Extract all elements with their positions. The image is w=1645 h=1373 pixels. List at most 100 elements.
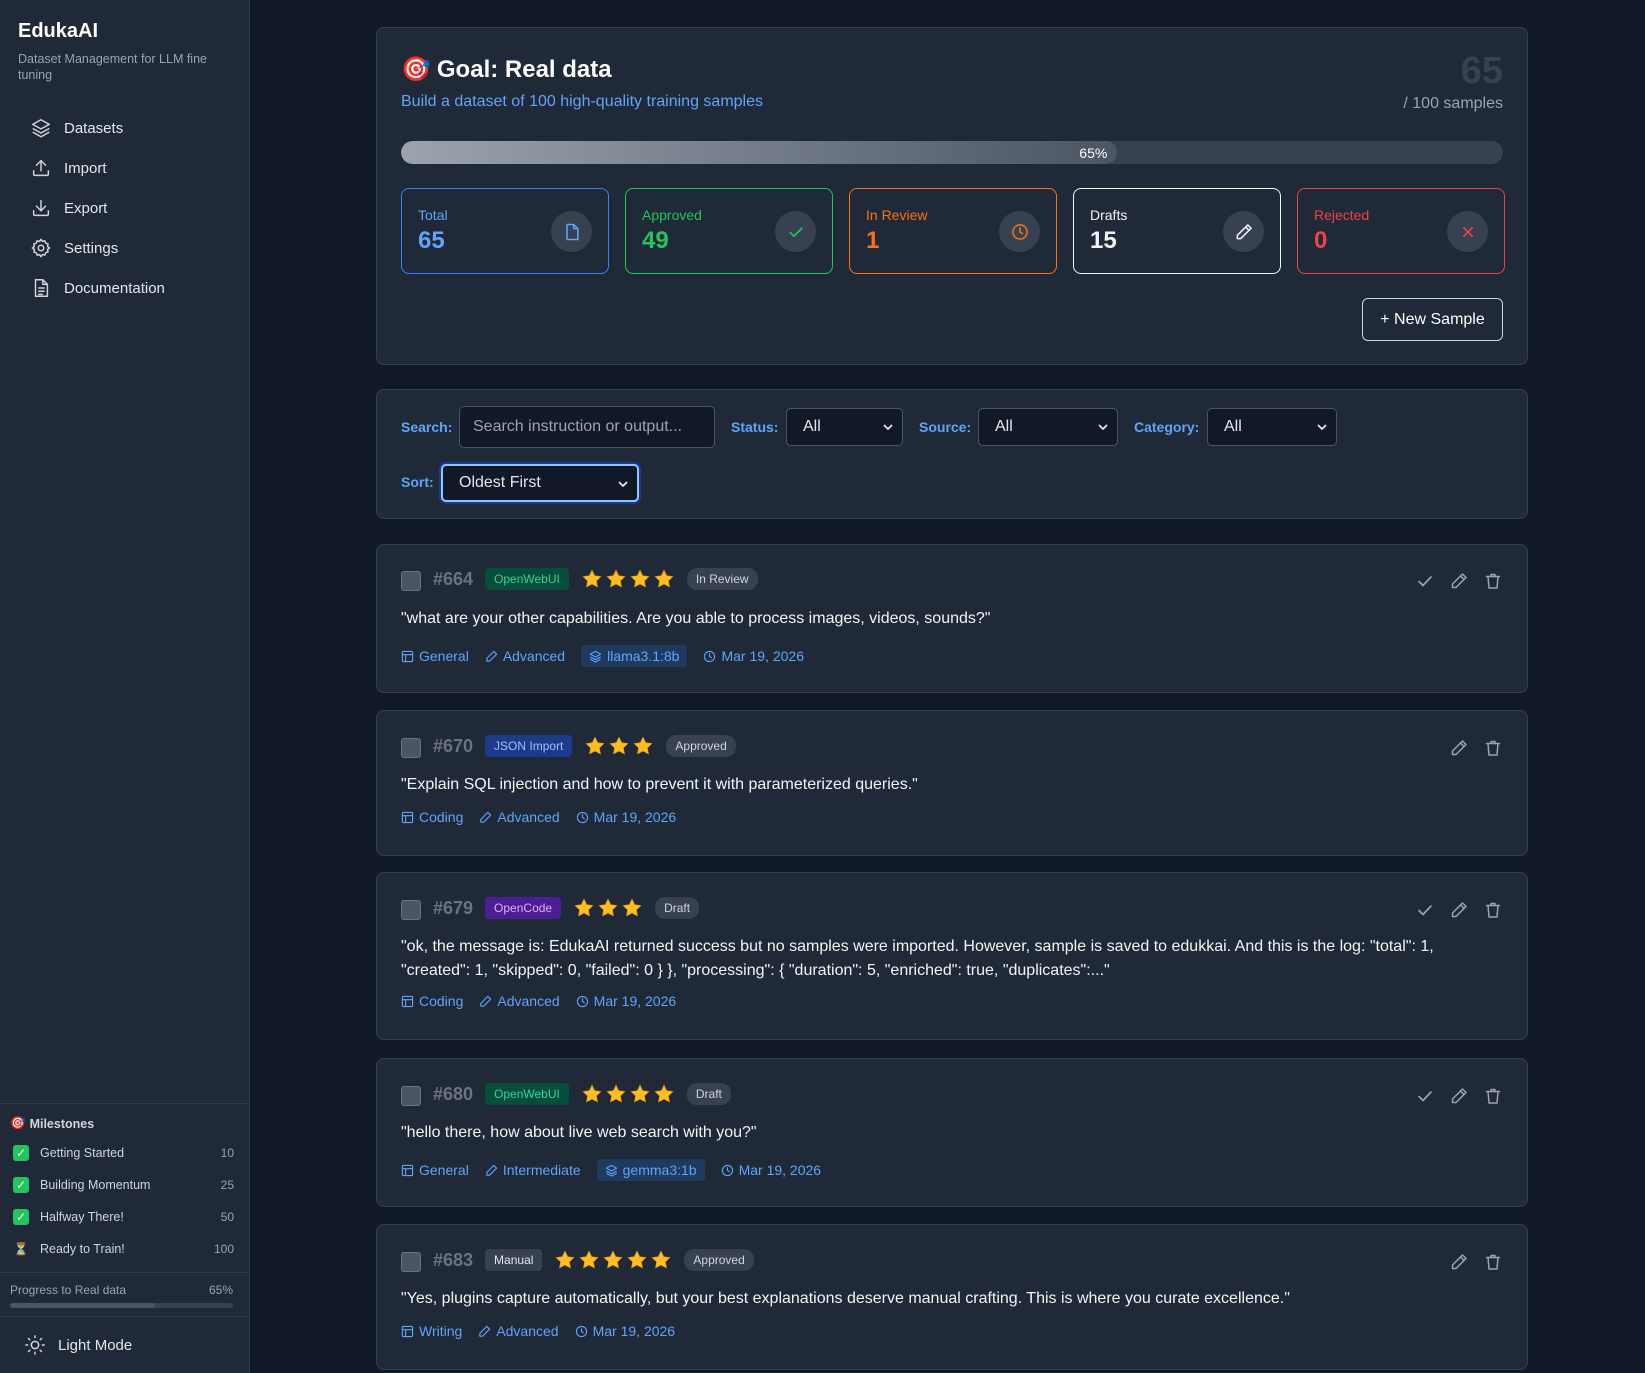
sample-instruction[interactable]: "ok, the message is: EdukaAI returned su… [401, 935, 1501, 983]
date-text: Mar 19, 2026 [593, 809, 677, 825]
trash-icon[interactable] [1483, 738, 1503, 758]
sample-header: #670 JSON Import Approved [433, 735, 736, 757]
date-text: Mar 19, 2026 [738, 1162, 822, 1178]
rating-stars [554, 1249, 672, 1271]
sidebar-item-documentation[interactable]: Documentation [18, 268, 232, 308]
sidebar-item-export[interactable]: Export [18, 188, 232, 228]
sample-card[interactable]: #680 OpenWebUI Draft "hello there, how abou… [376, 1058, 1528, 1207]
stat-total[interactable]: Total 65 [401, 188, 609, 274]
sample-actions [1415, 571, 1503, 591]
sample-instruction[interactable]: "hello there, how about live web search … [401, 1121, 1501, 1145]
trash-icon[interactable] [1483, 900, 1503, 920]
sidebar-item-label: Settings [64, 239, 119, 257]
milestone-label: Halfway There! [40, 1210, 124, 1224]
star-icon [605, 1083, 627, 1105]
stat-drafts[interactable]: Drafts 15 [1073, 188, 1281, 274]
goal-count: 65 [1460, 50, 1503, 92]
sample-checkbox[interactable] [401, 1252, 421, 1272]
category-tag: Coding [401, 993, 463, 1009]
sample-checkbox[interactable] [401, 571, 421, 591]
edit-icon[interactable] [1449, 738, 1469, 758]
sample-checkbox[interactable] [401, 738, 421, 758]
sample-card[interactable]: #664 OpenWebUI In Review "what are your oth… [376, 544, 1528, 693]
new-sample-button[interactable]: + New Sample [1362, 298, 1503, 341]
status-badge: In Review [686, 568, 758, 590]
sample-actions [1415, 1086, 1503, 1106]
sample-meta: Coding Advanced Mar 19, 2026 [401, 809, 676, 825]
category-select[interactable]: All [1207, 408, 1337, 446]
date-text: Mar 19, 2026 [592, 1323, 676, 1339]
trash-icon[interactable] [1483, 571, 1503, 591]
sort-select[interactable]: Oldest First [441, 464, 639, 502]
edit-icon[interactable] [1449, 1252, 1469, 1272]
sample-actions [1449, 738, 1503, 758]
sample-instruction[interactable]: "Yes, plugins capture automatically, but… [401, 1287, 1501, 1311]
approve-icon[interactable] [1415, 571, 1435, 591]
target-icon: 🎯 [401, 56, 431, 83]
goal-title-text: Goal: Real data [436, 55, 612, 83]
stat-in-review[interactable]: In Review 1 [849, 188, 1057, 274]
sort-select-value: Oldest First [459, 474, 541, 491]
approve-icon[interactable] [1415, 1086, 1435, 1106]
goal-progress-fill [401, 141, 1118, 164]
x-icon [1447, 211, 1488, 252]
progress-percent: 65% [208, 1283, 233, 1297]
sample-instruction[interactable]: "Explain SQL injection and how to preven… [401, 773, 1501, 797]
trash-icon[interactable] [1483, 1252, 1503, 1272]
stat-rejected[interactable]: Rejected 0 [1297, 188, 1505, 274]
layers-icon [605, 1164, 618, 1177]
check-icon: ✓ [13, 1209, 29, 1225]
milestones-list: ✓ Getting Started 10 ✓ Building Momentum… [10, 1137, 240, 1265]
app-subtitle: Dataset Management for LLM fine tuning [18, 52, 207, 82]
edit-icon[interactable] [1449, 571, 1469, 591]
difficulty-tag: Advanced [479, 993, 560, 1009]
search-input[interactable]: Search instruction or output... [459, 406, 715, 448]
status-select[interactable]: All [786, 408, 903, 446]
star-icon [621, 897, 643, 919]
stat-approved[interactable]: Approved 49 [625, 188, 833, 274]
sample-card[interactable]: #679 OpenCode Draft "ok, the message is: Ed… [376, 872, 1528, 1040]
pencil-icon [479, 995, 492, 1008]
category-text: Coding [419, 993, 464, 1009]
source-select-value: All [995, 418, 1013, 435]
sample-checkbox[interactable] [401, 1086, 421, 1106]
sidebar-item-datasets[interactable]: Datasets [18, 108, 232, 148]
goal-title: 🎯 Goal: Real data [401, 55, 612, 84]
light-mode-toggle[interactable]: Light Mode [0, 1316, 250, 1373]
star-icon [602, 1249, 624, 1271]
sidebar: EdukaAI Dataset Management for LLM fine … [0, 0, 250, 1373]
category-icon [401, 1164, 414, 1177]
date-tag: Mar 19, 2026 [576, 809, 677, 825]
sample-header: #664 OpenWebUI In Review [433, 568, 758, 590]
upload-icon [30, 157, 52, 179]
filters-card: Search: Search instruction or output... … [376, 389, 1528, 519]
sample-card[interactable]: #670 JSON Import Approved "Explain SQL inje… [376, 710, 1528, 856]
progress-track [10, 1303, 233, 1308]
sample-checkbox[interactable] [401, 900, 421, 920]
chevron-down-icon [618, 481, 628, 487]
date-tag: Mar 19, 2026 [721, 1162, 822, 1178]
sample-meta: General Intermediate gemma3:1b Mar 19, 2026 [401, 1159, 821, 1181]
source-select[interactable]: All [978, 408, 1118, 446]
approve-icon[interactable] [1415, 900, 1435, 920]
app-title: EdukaAI [18, 20, 99, 42]
status-label: Status: [731, 419, 779, 435]
trash-icon[interactable] [1483, 1086, 1503, 1106]
milestone-item: ⏳ Ready to Train! 100 [10, 1233, 240, 1265]
edit-icon[interactable] [1449, 900, 1469, 920]
sidebar-item-settings[interactable]: Settings [18, 228, 232, 268]
status-badge: Draft [655, 897, 700, 919]
goal-subtitle: Build a dataset of 100 high-quality trai… [401, 93, 763, 110]
sidebar-nav: Datasets Import Export Settings Document… [18, 108, 232, 308]
sidebar-item-import[interactable]: Import [18, 148, 232, 188]
sample-id: #683 [433, 1249, 474, 1270]
status-select-value: All [803, 418, 821, 435]
edit-icon[interactable] [1449, 1086, 1469, 1106]
date-tag: Mar 19, 2026 [576, 993, 676, 1009]
sample-card[interactable]: #683 Manual Approved "Yes, plugins capture … [376, 1224, 1528, 1370]
milestone-target: 25 [220, 1178, 234, 1192]
category-tag: Coding [401, 809, 463, 825]
sample-instruction[interactable]: "what are your other capabilities. Are y… [401, 607, 1501, 631]
difficulty-text: Advanced [496, 1323, 559, 1339]
category-text: Writing [419, 1323, 463, 1339]
